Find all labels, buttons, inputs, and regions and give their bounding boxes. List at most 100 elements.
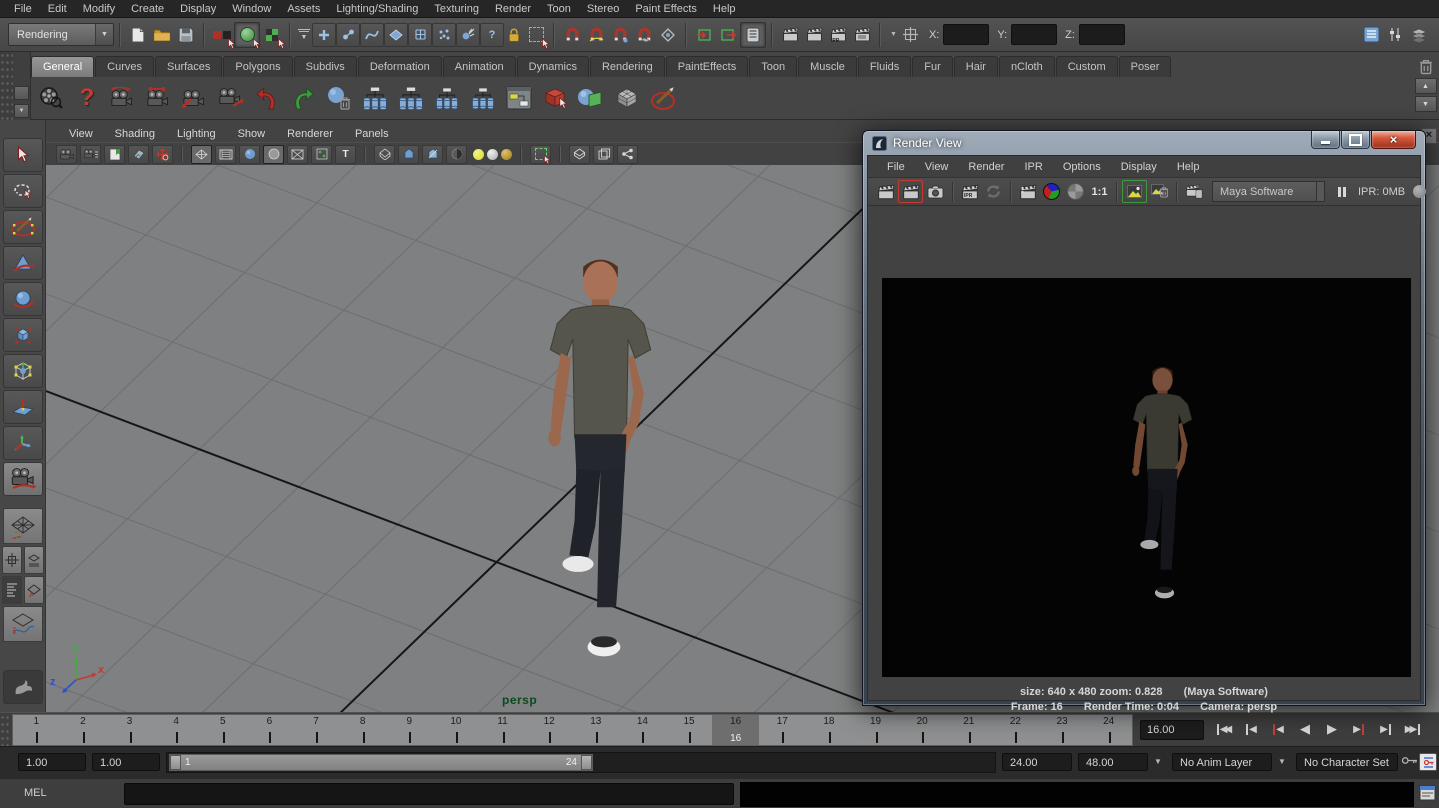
frame-tick[interactable]: 22 [992, 715, 1039, 745]
shelf-menu-button[interactable]: ▼ [14, 104, 29, 118]
current-time-field[interactable]: 16.00 [1140, 720, 1204, 740]
lock-selection-button[interactable] [504, 23, 524, 47]
alpha-channel-button[interactable] [1064, 181, 1087, 202]
range-start-handle[interactable] [170, 755, 181, 770]
layout-four-view-button[interactable] [2, 546, 22, 574]
script-editor-button[interactable] [1419, 785, 1436, 801]
pause-ipr-button[interactable] [1333, 181, 1351, 202]
set-key-button[interactable] [1401, 756, 1418, 765]
step-back-frame-button[interactable]: ◀ [1239, 718, 1263, 740]
menu-file[interactable]: File [6, 3, 40, 15]
shelf-tab-general[interactable]: General [31, 56, 94, 77]
scale-tool-button[interactable] [3, 318, 43, 352]
shelf-tab-curves[interactable]: Curves [95, 56, 154, 77]
mask-misc-icon[interactable]: ? [480, 23, 504, 47]
time-slider-drag-handle[interactable] [0, 714, 11, 746]
select-object-button[interactable] [234, 22, 260, 48]
mask-deformations-icon[interactable] [408, 23, 432, 47]
bounding-box-icon[interactable] [287, 145, 308, 164]
command-language-label[interactable]: MEL [24, 787, 47, 799]
shelf-item-camera-tumble[interactable] [107, 82, 139, 114]
rv-menu-file[interactable]: File [878, 161, 914, 173]
step-forward-key-button[interactable]: ▶ [1347, 718, 1371, 740]
rv-menu-display[interactable]: Display [1112, 161, 1166, 173]
shelf-item-select-object[interactable] [539, 82, 571, 114]
render-button[interactable] [874, 181, 897, 202]
shelf-tab-fur[interactable]: Fur [912, 56, 953, 77]
render-current-frame-button[interactable] [802, 23, 826, 47]
frame-tick[interactable]: 10 [433, 715, 480, 745]
shelf-tab-toon[interactable]: Toon [749, 56, 797, 77]
rendered-image[interactable] [882, 278, 1411, 677]
mel-command-input[interactable] [124, 783, 734, 805]
menu-toon[interactable]: Toon [539, 3, 579, 15]
shelf-item-camera-dolly[interactable] [179, 82, 211, 114]
renderer-selector-grip[interactable] [1317, 181, 1325, 202]
menu-edit[interactable]: Edit [40, 3, 75, 15]
ipr-render-button[interactable]: IPR [958, 181, 981, 202]
shelf-item-delete-unused[interactable] [323, 82, 355, 114]
last-tool-used-button[interactable] [3, 462, 43, 496]
shelf-item-camera-track[interactable] [143, 82, 175, 114]
shelf-tab-animation[interactable]: Animation [443, 56, 516, 77]
maya-dragon-button[interactable] [3, 670, 43, 704]
rv-menu-render[interactable]: Render [959, 161, 1013, 173]
menu-render[interactable]: Render [487, 3, 539, 15]
panel-menu-lighting[interactable]: Lighting [168, 128, 225, 140]
auto-keyframe-toggle[interactable] [1419, 753, 1437, 771]
mask-points-icon[interactable] [312, 23, 336, 47]
select-hierarchy-button[interactable] [210, 23, 234, 47]
frame-tick[interactable]: 3 [106, 715, 153, 745]
menu-display[interactable]: Display [172, 3, 224, 15]
rgb-channels-button[interactable] [1040, 181, 1063, 202]
z-coordinate-input[interactable] [1079, 24, 1125, 45]
shelf-tab-polygons[interactable]: Polygons [223, 56, 292, 77]
default-light-icon[interactable] [473, 149, 484, 160]
region-render-button[interactable] [1016, 181, 1039, 202]
refresh-ipr-button[interactable] [982, 181, 1005, 202]
go-to-end-button[interactable]: ▶▶ [1401, 718, 1425, 740]
menu-create[interactable]: Create [123, 3, 172, 15]
universal-manipulator-button[interactable] [3, 354, 43, 388]
range-end-handle[interactable] [581, 755, 592, 770]
shelf-tab-subdivs[interactable]: Subdivs [294, 56, 357, 77]
anim-layer-field[interactable]: No Anim Layer [1172, 753, 1272, 771]
shelf-item-playblast[interactable] [35, 82, 67, 114]
attribute-editor-toggle[interactable] [1359, 23, 1383, 47]
use-selected-lights-icon[interactable] [422, 145, 443, 164]
snap-to-grid-button[interactable] [560, 23, 584, 47]
shelf-tab-rendering[interactable]: Rendering [590, 56, 665, 77]
construction-history-button[interactable] [740, 22, 766, 48]
shelf-drag-handle[interactable] [0, 52, 14, 120]
character-model[interactable] [514, 251, 687, 666]
default-material-icon[interactable] [311, 145, 332, 164]
layout-single-perspective-button[interactable] [3, 508, 43, 544]
frame-tick[interactable]: 21 [946, 715, 993, 745]
make-live-button[interactable] [656, 23, 680, 47]
white-light-icon[interactable] [487, 149, 498, 160]
menu-help[interactable]: Help [705, 3, 744, 15]
use-default-lighting-icon[interactable] [374, 145, 395, 164]
textured-mode-icon[interactable]: T [335, 145, 356, 164]
playback-start-field[interactable]: 1.00 [92, 753, 160, 771]
soft-modification-tool-button[interactable] [3, 390, 43, 424]
frame-tick[interactable]: 9 [386, 715, 433, 745]
new-scene-button[interactable] [126, 23, 150, 47]
sidebar-collapse-arrow[interactable]: ▼ [890, 31, 897, 38]
frame-tick[interactable]: 17 [759, 715, 806, 745]
bookmark-icon[interactable] [104, 145, 125, 164]
frame-tick[interactable]: 18 [806, 715, 853, 745]
y-coordinate-input[interactable] [1011, 24, 1057, 45]
isolate-select-icon[interactable] [530, 145, 551, 164]
shelf-item-help[interactable]: ? [71, 82, 103, 114]
ambient-light-icon[interactable] [501, 149, 512, 160]
frame-tick[interactable]: 12 [526, 715, 573, 745]
frame-tick[interactable]: 8 [339, 715, 386, 745]
rv-menu-options[interactable]: Options [1054, 161, 1110, 173]
shelf-tab-surfaces[interactable]: Surfaces [155, 56, 222, 77]
frame-tick[interactable]: 2 [60, 715, 107, 745]
shadows-icon[interactable] [446, 145, 467, 164]
layout-persp-graph-button[interactable] [3, 606, 43, 642]
shelf-item-redo[interactable] [287, 82, 319, 114]
2d-pan-zoom-icon[interactable] [152, 145, 173, 164]
